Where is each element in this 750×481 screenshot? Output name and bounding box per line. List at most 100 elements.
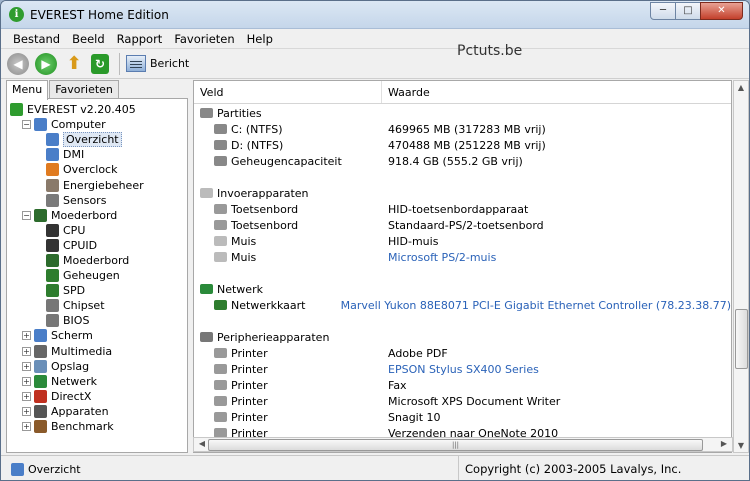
vertical-scrollbar[interactable]: ▲ ▼ — [733, 80, 749, 453]
tab-menu[interactable]: Menu — [6, 80, 49, 100]
tree-item[interactable]: + Apparaten — [7, 404, 187, 419]
value-link[interactable]: Marvell Yukon 88E8071 PCI-E Gigabit Ethe… — [335, 299, 731, 312]
expand-icon[interactable]: + — [22, 331, 31, 341]
tree-item[interactable]: + Netwerk — [7, 374, 187, 389]
field-label: Toetsenbord — [231, 202, 299, 216]
collapse-icon[interactable]: − — [22, 120, 31, 130]
expand-icon[interactable]: + — [22, 391, 31, 401]
tab-favorieten[interactable]: Favorieten — [49, 80, 119, 99]
tree-item-label: Computer — [51, 118, 106, 132]
column-header-value[interactable]: Waarde — [382, 81, 430, 103]
table-row[interactable]: Printer Adobe PDF — [194, 345, 731, 361]
hourglass-icon — [34, 420, 47, 434]
tree-item[interactable]: + Multimedia — [7, 344, 187, 359]
value-link[interactable]: Microsoft PS/2-muis — [382, 251, 496, 264]
vertical-scroll-thumb[interactable] — [735, 309, 748, 369]
table-row[interactable]: Partities — [194, 105, 731, 121]
tree-item-label: DirectX — [51, 389, 92, 403]
table-row[interactable]: Muis Microsoft PS/2-muis — [194, 249, 731, 265]
tree-item[interactable]: + Opslag — [7, 359, 187, 374]
menu-bestand[interactable]: Bestand — [7, 32, 66, 46]
table-row[interactable]: Printer Fax — [194, 377, 731, 393]
table-row[interactable]: D: (NTFS) 470488 MB (251228 MB vrij) — [194, 137, 731, 153]
scroll-down-icon[interactable]: ▼ — [734, 441, 748, 450]
tree-item[interactable]: Chipset — [7, 298, 187, 313]
scroll-left-icon[interactable]: ◀ — [195, 439, 209, 448]
tree-item[interactable]: EVEREST v2.20.405 — [7, 102, 187, 117]
report-button[interactable]: Bericht — [150, 57, 189, 70]
tree-item[interactable]: Overzicht — [7, 132, 187, 148]
tree-item[interactable]: DMI — [7, 147, 187, 162]
table-row[interactable]: Toetsenbord Standaard-PS/2-toetsenbord — [194, 217, 731, 233]
expand-icon[interactable]: + — [22, 361, 31, 371]
status-left-text: Overzicht — [28, 462, 81, 476]
minimize-button[interactable]: ─ — [650, 2, 676, 20]
tree-item[interactable]: Overclock — [7, 162, 187, 177]
expand-icon[interactable]: + — [22, 346, 31, 356]
table-row[interactable]: Peripherieapparaten — [194, 329, 731, 345]
tree-item[interactable]: CPUID — [7, 238, 187, 253]
tree-item[interactable]: − Moederbord — [7, 208, 187, 223]
menu-beeld[interactable]: Beeld — [66, 32, 111, 46]
menu-favorieten[interactable]: Favorieten — [168, 32, 240, 46]
field-label: Muis — [231, 250, 257, 264]
field-cell: Toetsenbord — [194, 219, 382, 232]
tree-item[interactable]: − Computer — [7, 117, 187, 132]
table-row[interactable]: Invoerapparaten — [194, 185, 731, 201]
folder-up-icon[interactable]: ⬆ — [63, 53, 85, 75]
tree-item[interactable]: Moederbord — [7, 253, 187, 268]
table-row[interactable]: C: (NTFS) 469965 MB (317283 MB vrij) — [194, 121, 731, 137]
refresh-icon[interactable]: ↻ — [91, 53, 109, 74]
multimedia-icon — [34, 344, 47, 358]
table-row[interactable]: Muis HID-muis — [194, 233, 731, 249]
expand-icon[interactable]: + — [22, 376, 31, 386]
tree-item[interactable]: + DirectX — [7, 389, 187, 404]
tree-item[interactable]: Energiebeheer — [7, 177, 187, 192]
tree-item-label: Moederbord — [51, 208, 118, 222]
tree-item[interactable]: Sensors — [7, 193, 187, 208]
table-row[interactable]: Geheugencapaciteit 918.4 GB (555.2 GB vri… — [194, 153, 731, 169]
maximize-button[interactable]: □ — [675, 2, 701, 20]
directx-icon — [34, 389, 47, 403]
value-link[interactable]: EPSON Stylus SX400 Series — [382, 363, 539, 376]
horizontal-scrollbar[interactable]: ◀ ||| ▶ — [193, 437, 733, 452]
menu-help[interactable]: Help — [241, 32, 279, 46]
scroll-up-icon[interactable]: ▲ — [734, 83, 748, 92]
expand-icon[interactable]: + — [22, 422, 31, 432]
tree-item-label: Moederbord — [63, 253, 130, 267]
table-row[interactable] — [194, 313, 731, 329]
tree-item[interactable]: + Scherm — [7, 328, 187, 343]
table-row[interactable]: Toetsenbord HID-toetsenbordapparaat — [194, 201, 731, 217]
devices-icon — [200, 332, 213, 342]
tree-item-label: Sensors — [63, 193, 107, 207]
title-bar[interactable]: i EVEREST Home Edition ─ □ ✕ — [1, 1, 749, 29]
expand-icon[interactable]: + — [22, 406, 31, 416]
table-row[interactable] — [194, 265, 731, 281]
drive-icon — [214, 140, 227, 150]
detail-rows: Partities C: (NTFS) 469965 MB (317283 MB v… — [194, 105, 731, 441]
tree-item[interactable]: SPD — [7, 283, 187, 298]
table-row[interactable] — [194, 169, 731, 185]
report-icon[interactable] — [126, 55, 146, 72]
status-copyright: Copyright (c) 2003-2005 Lavalys, Inc. — [465, 462, 682, 476]
scroll-right-icon[interactable]: ▶ — [717, 439, 731, 448]
back-arrow-icon[interactable]: ◀ — [7, 52, 29, 75]
table-row[interactable]: Netwerk — [194, 281, 731, 297]
column-header-field[interactable]: Veld — [194, 81, 382, 103]
tree-item[interactable]: CPU — [7, 223, 187, 238]
menu-rapport[interactable]: Rapport — [111, 32, 169, 46]
tree-item[interactable]: Geheugen — [7, 268, 187, 283]
field-cell: D: (NTFS) — [194, 139, 382, 152]
collapse-icon[interactable]: − — [22, 210, 31, 220]
table-row[interactable]: Netwerkkaart Marvell Yukon 88E8071 PCI-E … — [194, 297, 731, 313]
forward-arrow-icon[interactable]: ▶ — [35, 52, 57, 75]
tree-item[interactable]: + Benchmark — [7, 419, 187, 434]
table-row[interactable]: Printer Microsoft XPS Document Writer — [194, 393, 731, 409]
table-row[interactable]: Printer Snagit 10 — [194, 409, 731, 425]
field-cell: Partities — [194, 107, 382, 120]
value-cell: HID-muis — [388, 234, 439, 248]
horizontal-scroll-thumb[interactable]: ||| — [208, 439, 703, 451]
table-row[interactable]: Printer EPSON Stylus SX400 Series — [194, 361, 731, 377]
close-button[interactable]: ✕ — [700, 2, 743, 20]
tree-item[interactable]: BIOS — [7, 313, 187, 328]
